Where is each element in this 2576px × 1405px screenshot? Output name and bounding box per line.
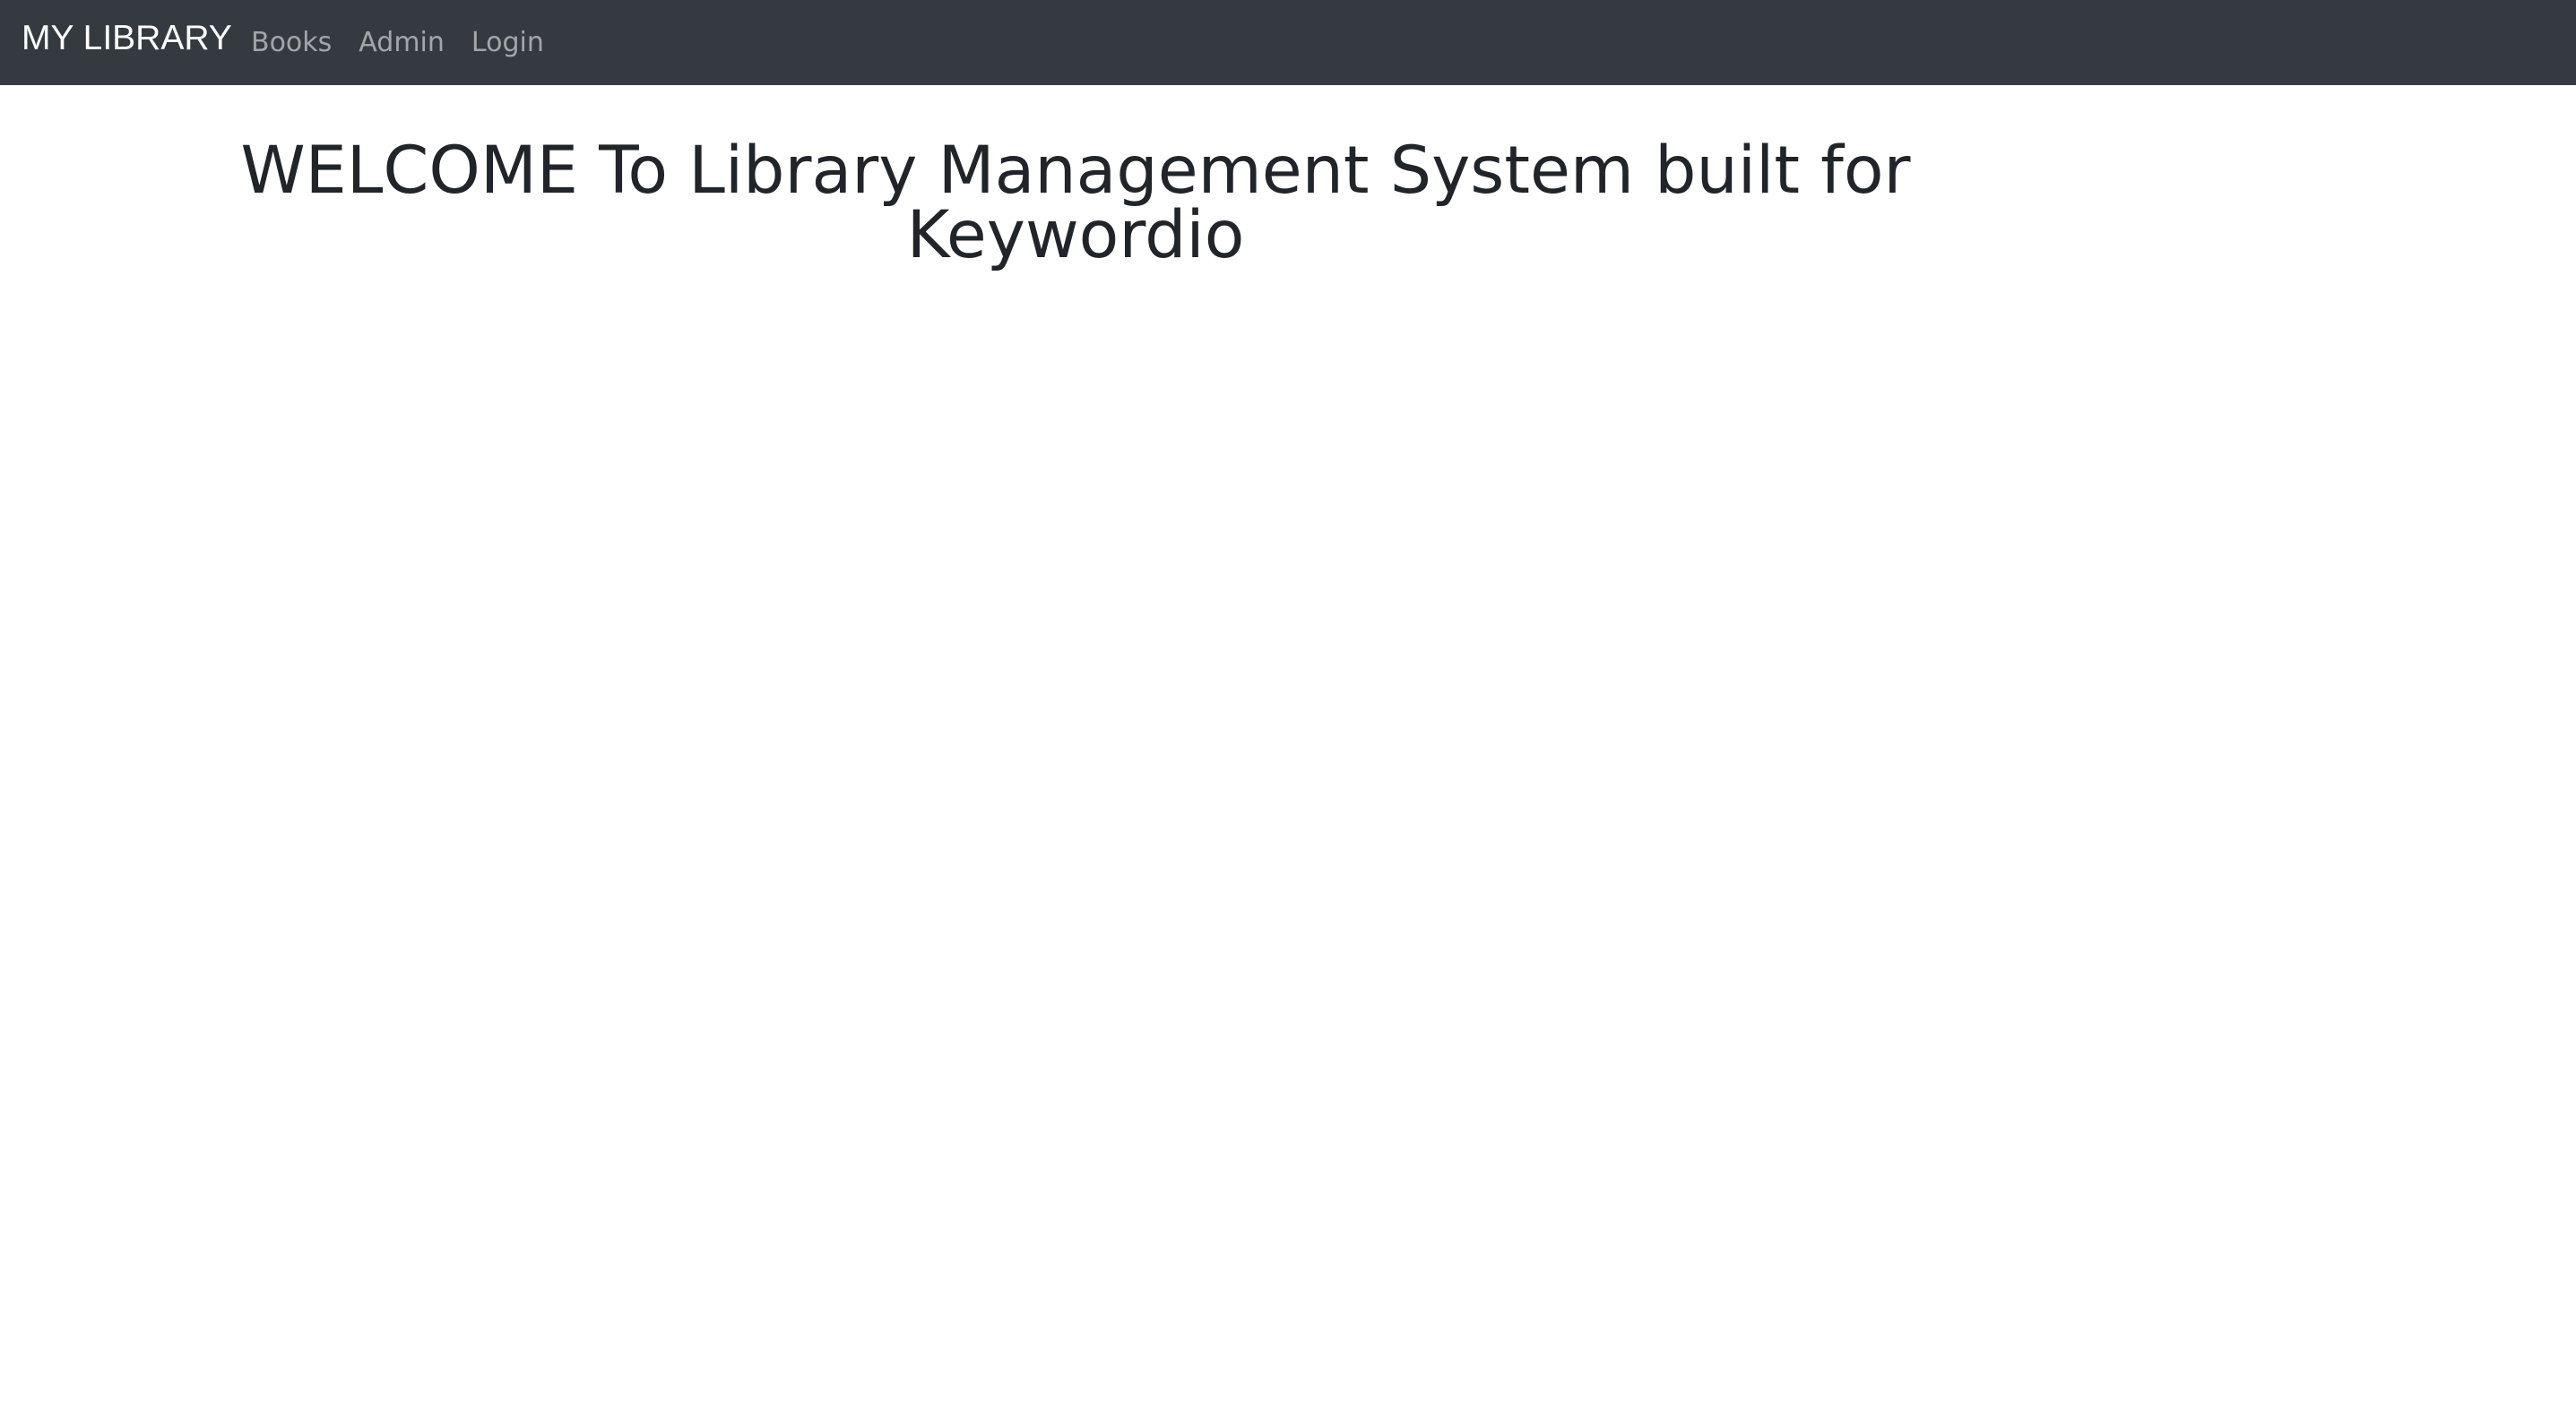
nav-links: Books Admin Login [251, 0, 571, 85]
navbar: MY LIBRARY Books Admin Login [0, 0, 2576, 85]
welcome-heading-line2: Keywordio [906, 197, 1245, 273]
nav-link-login[interactable]: Login [471, 4, 544, 82]
nav-link-admin[interactable]: Admin [359, 4, 445, 82]
nav-link-books[interactable]: Books [251, 4, 332, 82]
welcome-heading: WELCOME To Library Management System bui… [215, 138, 1936, 268]
brand-link[interactable]: MY LIBRARY [22, 0, 232, 85]
